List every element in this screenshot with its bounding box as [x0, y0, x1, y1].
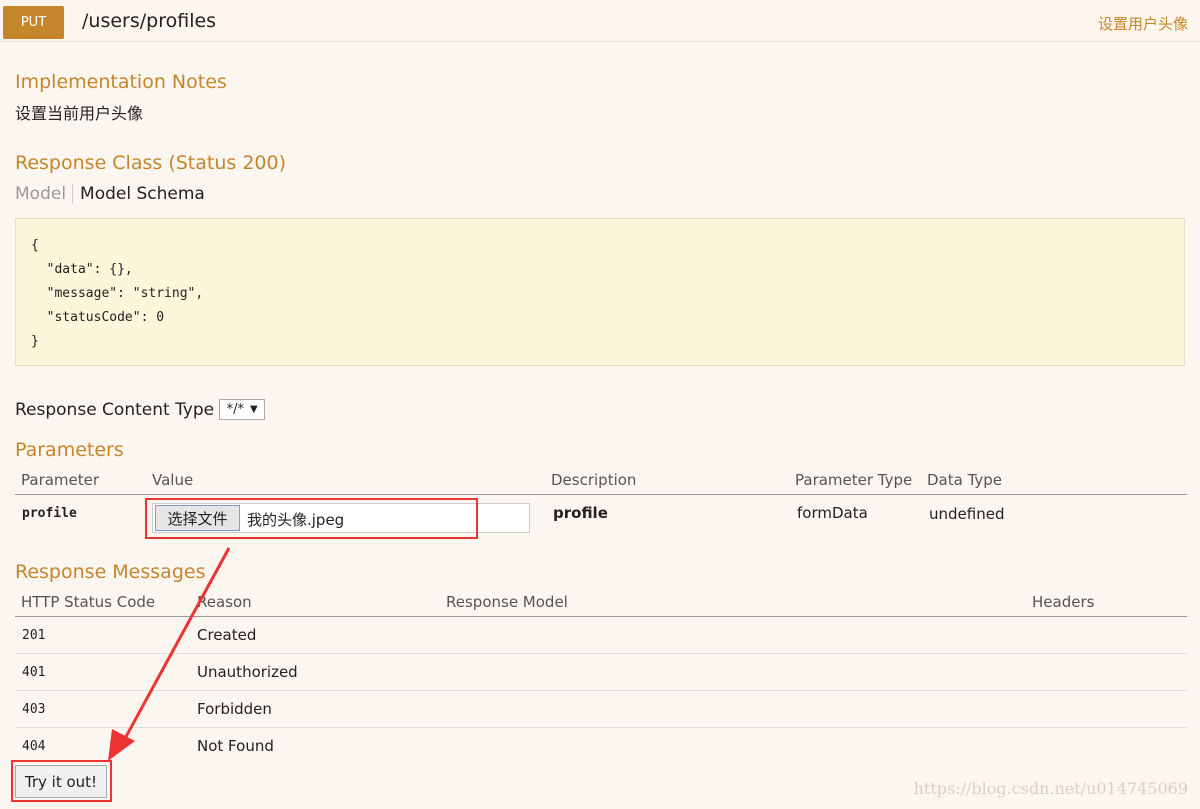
param-description: profile: [553, 504, 608, 522]
param-col-description: Description: [551, 471, 637, 489]
table-row-reason: Not Found: [197, 737, 274, 755]
table-row-reason: Forbidden: [197, 700, 272, 718]
parameters-title: Parameters: [15, 439, 124, 461]
operation-panel: PUT /users/profiles 设置用户头像 Implementatio…: [0, 0, 1200, 809]
param-header-divider: [15, 494, 1187, 495]
table-row-code: 404: [22, 739, 46, 754]
param-type: formData: [797, 504, 868, 522]
endpoint-summary[interactable]: 设置用户头像: [1098, 13, 1188, 34]
param-name: profile: [22, 506, 77, 521]
try-button-highlight: [11, 760, 112, 802]
param-col-data-type: Data Type: [927, 471, 1003, 489]
table-row-code: 401: [22, 665, 46, 680]
watermark: https://blog.csdn.net/u014745069: [913, 779, 1188, 798]
param-col-parameter: Parameter: [21, 471, 100, 489]
table-row-reason: Unauthorized: [197, 663, 298, 681]
param-col-value: Value: [152, 471, 194, 489]
response-content-type: Response Content Type */* ▼: [15, 399, 266, 420]
response-messages-title: Response Messages: [15, 561, 206, 583]
param-data-type: undefined: [929, 505, 1005, 523]
model-tabs: Model Model Schema: [15, 184, 205, 204]
implementation-notes-title: Implementation Notes: [15, 71, 227, 93]
param-col-parameter-type: Parameter Type: [795, 471, 913, 489]
resp-col-response-model: Response Model: [446, 593, 568, 611]
response-content-type-label: Response Content Type: [15, 399, 215, 420]
implementation-notes-text: 设置当前用户头像: [15, 104, 144, 123]
row-divider: [15, 727, 1187, 728]
table-row-code: 201: [22, 628, 46, 643]
table-row-code: 403: [22, 702, 46, 717]
http-method-badge[interactable]: PUT: [3, 6, 64, 39]
resp-col-reason: Reason: [197, 593, 252, 611]
endpoint-path[interactable]: /users/profiles: [82, 10, 216, 32]
response-content-type-select[interactable]: */* ▼: [219, 399, 266, 420]
row-divider: [15, 690, 1187, 691]
select-value: */*: [226, 402, 244, 417]
operation-header[interactable]: PUT /users/profiles 设置用户头像: [0, 0, 1200, 42]
resp-header-divider: [15, 616, 1187, 617]
model-schema-code[interactable]: { "data": {}, "message": "string", "stat…: [15, 218, 1185, 366]
tab-model[interactable]: Model: [15, 184, 74, 204]
table-row-reason: Created: [197, 626, 257, 644]
response-class-title: Response Class (Status 200): [15, 152, 286, 174]
resp-col-headers: Headers: [1032, 593, 1095, 611]
chevron-down-icon: ▼: [249, 404, 258, 415]
resp-col-status-code: HTTP Status Code: [21, 593, 156, 611]
file-input-highlight: [145, 498, 478, 539]
tab-model-schema[interactable]: Model Schema: [73, 184, 205, 204]
row-divider: [15, 653, 1187, 654]
